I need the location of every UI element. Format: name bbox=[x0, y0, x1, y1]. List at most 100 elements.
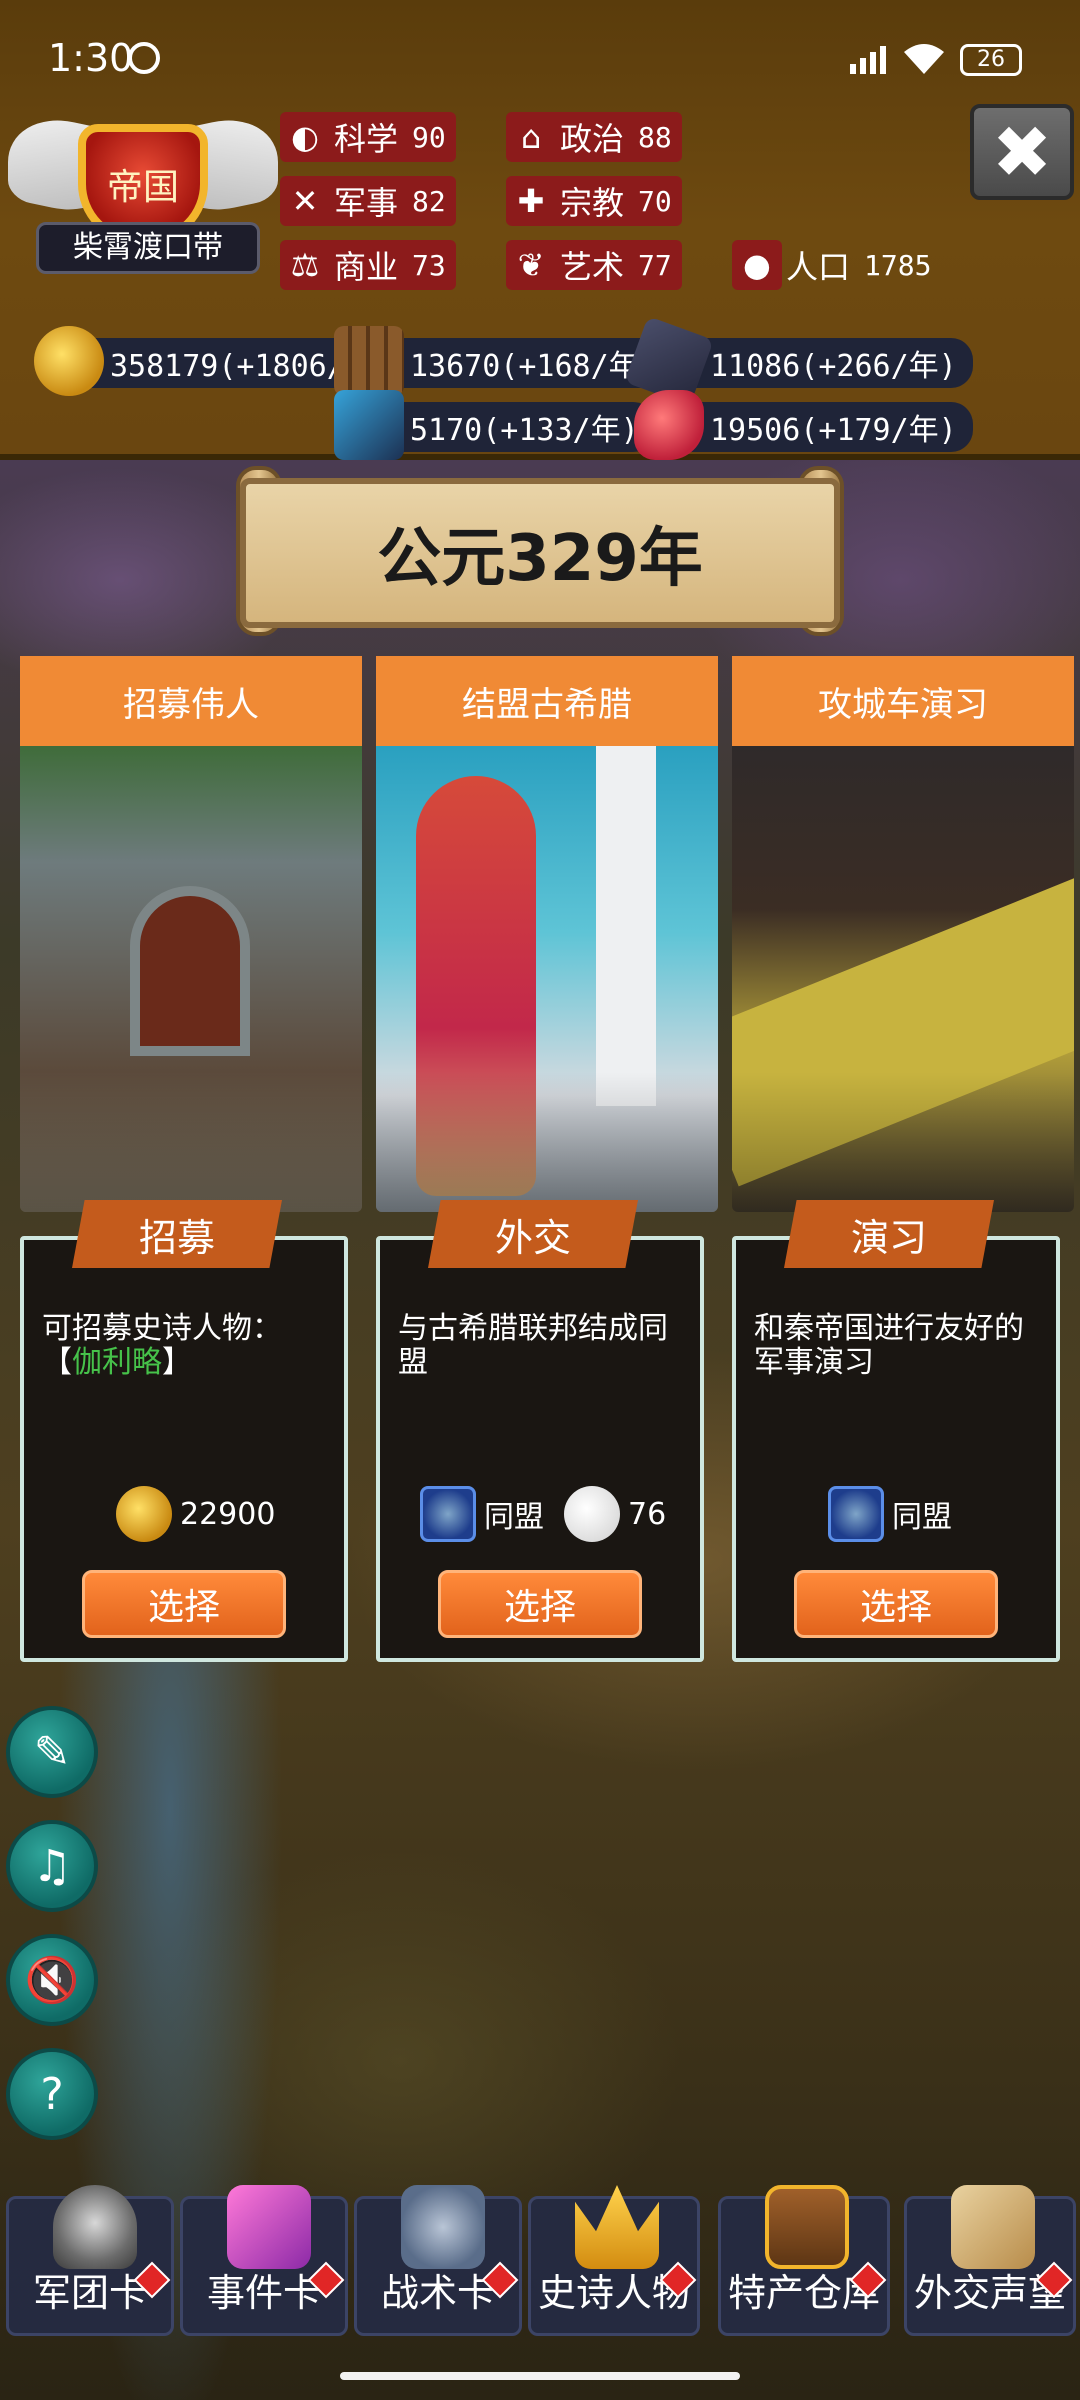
crown-icon bbox=[575, 2185, 659, 2269]
select-button[interactable]: 选择 bbox=[438, 1570, 642, 1638]
home-indicator[interactable] bbox=[340, 2372, 740, 2380]
stat-value: 82 bbox=[412, 184, 446, 218]
nav-tactic-cards[interactable]: 战术卡 bbox=[354, 2185, 522, 2336]
resource-value: 19506(+179/年) bbox=[710, 413, 957, 448]
army-road-illustration bbox=[732, 865, 1074, 1187]
stat-label: 商业 bbox=[334, 248, 399, 286]
planet-icon: ◐ bbox=[291, 118, 319, 156]
alarm-icon bbox=[128, 42, 160, 74]
resource-value: 13670(+168/年) bbox=[410, 349, 657, 384]
nav-legion-cards[interactable]: 军团卡 bbox=[6, 2185, 174, 2336]
signal-icon bbox=[850, 46, 886, 74]
empire-emblem[interactable]: 帝国 柴霄渡口带 bbox=[8, 108, 278, 285]
card-body: 与古希腊联邦结成同盟 同盟 76 选择 bbox=[376, 1236, 704, 1662]
stat-religion: ✚ 宗教 70 bbox=[506, 176, 682, 226]
close-icon: ✖ bbox=[991, 110, 1053, 194]
scales-icon: ⚖ bbox=[290, 246, 320, 284]
meat-icon bbox=[634, 390, 704, 460]
resource-stone: 11086(+266/年) bbox=[624, 316, 973, 406]
music-off-icon: ♫ bbox=[32, 1840, 72, 1892]
card-tag: 招募 bbox=[72, 1200, 282, 1268]
card-description: 可招募史诗人物： 【伽利略】 bbox=[42, 1312, 334, 1380]
stat-value: 88 bbox=[638, 120, 672, 154]
gold-coins-icon bbox=[34, 326, 104, 396]
alliance-icon bbox=[420, 1486, 476, 1542]
wifi-icon bbox=[904, 44, 944, 74]
planet-icon bbox=[564, 1486, 620, 1542]
help-icon: ? bbox=[40, 2068, 64, 2120]
cost: 22900 bbox=[116, 1486, 275, 1542]
stat-value: 70 bbox=[638, 184, 672, 218]
music-toggle-button[interactable]: ♫ bbox=[6, 1820, 98, 1912]
scroll-icon bbox=[227, 2185, 311, 2269]
stat-politics: ⌂ 政治 88 bbox=[506, 112, 682, 162]
bottom-nav: 军团卡 事件卡 战术卡 史诗人物 特产仓库 外交声望 bbox=[0, 2184, 1080, 2354]
card-description: 和秦帝国进行友好的军事演习 bbox=[754, 1311, 1024, 1380]
stat-science: ◐ 科学 90 bbox=[280, 112, 456, 162]
resource-food: 19506(+179/年) bbox=[634, 390, 973, 460]
cost-value: 22900 bbox=[180, 1496, 276, 1532]
desc-text: 可招募史诗人物： bbox=[42, 1311, 282, 1346]
chat-button[interactable]: ✎ bbox=[6, 1706, 98, 1798]
effect-label: 同盟 bbox=[484, 1500, 544, 1535]
close-button[interactable]: ✖ bbox=[970, 104, 1074, 200]
resource-value: 11086(+266/年) bbox=[710, 349, 957, 384]
warrior-illustration bbox=[416, 776, 536, 1196]
empire-name: 柴霄渡口带 bbox=[36, 222, 260, 274]
stat-population: ● 人口 1785 bbox=[732, 240, 941, 290]
resource-wood: 13670(+168/年) bbox=[334, 326, 673, 396]
stat-label: 军事 bbox=[334, 184, 399, 222]
select-button[interactable]: 选择 bbox=[794, 1570, 998, 1638]
desc-bracket: 】 bbox=[162, 1345, 192, 1380]
card-tag: 外交 bbox=[428, 1200, 638, 1268]
cross-icon: ✚ bbox=[517, 182, 545, 220]
stat-label: 人口 bbox=[786, 248, 851, 286]
crossed-swords-icon: ✕ bbox=[291, 182, 319, 220]
card-image[interactable] bbox=[376, 746, 718, 1212]
nav-epic-figures[interactable]: 史诗人物 bbox=[528, 2185, 700, 2336]
card-body: 可招募史诗人物： 【伽利略】 22900 选择 bbox=[20, 1236, 348, 1662]
sealed-letter-icon bbox=[951, 2185, 1035, 2269]
select-button[interactable]: 选择 bbox=[82, 1570, 286, 1638]
shield-swords-icon bbox=[401, 2185, 485, 2269]
year-banner: 公元329年 bbox=[240, 478, 840, 628]
resource-value: 5170(+133/年) bbox=[410, 413, 639, 448]
government-icon: ⌂ bbox=[520, 118, 542, 156]
stat-label: 政治 bbox=[560, 120, 625, 158]
card-title[interactable]: 招募伟人 bbox=[20, 656, 362, 746]
card-title[interactable]: 结盟古希腊 bbox=[376, 656, 718, 746]
battery-icon: 26 bbox=[960, 44, 1022, 76]
help-button[interactable]: ? bbox=[6, 2048, 98, 2140]
card-image[interactable] bbox=[20, 746, 362, 1212]
stat-label: 科学 bbox=[334, 120, 399, 158]
effect: 同盟 76 bbox=[420, 1486, 666, 1542]
card-description: 与古希腊联邦结成同盟 bbox=[398, 1311, 668, 1380]
desc-bracket: 【 bbox=[42, 1345, 72, 1380]
effect-value: 76 bbox=[628, 1496, 667, 1532]
stat-label: 艺术 bbox=[560, 248, 625, 286]
card-title[interactable]: 攻城车演习 bbox=[732, 656, 1074, 746]
card-tag: 演习 bbox=[784, 1200, 994, 1268]
stat-value: 73 bbox=[412, 248, 446, 282]
nav-event-cards[interactable]: 事件卡 bbox=[180, 2185, 348, 2336]
stat-military: ✕ 军事 82 bbox=[280, 176, 456, 226]
person-icon: ● bbox=[732, 240, 782, 290]
card-body: 和秦帝国进行友好的军事演习 同盟 选择 bbox=[732, 1236, 1060, 1662]
chat-icon: ✎ bbox=[33, 1726, 71, 1778]
status-time: 1:30 bbox=[48, 36, 134, 80]
highlight-name: 伽利略 bbox=[72, 1345, 162, 1380]
stat-value: 77 bbox=[638, 248, 672, 282]
sound-toggle-button[interactable]: 🔇 bbox=[6, 1934, 98, 2026]
stat-commerce: ⚖ 商业 73 bbox=[280, 240, 456, 290]
alliance-icon bbox=[828, 1486, 884, 1542]
ore-icon bbox=[334, 390, 404, 460]
nav-diplomatic-prestige[interactable]: 外交声望 bbox=[904, 2185, 1076, 2336]
effect-label: 同盟 bbox=[892, 1500, 952, 1535]
card-image[interactable] bbox=[732, 746, 1074, 1212]
nav-specialty-warehouse[interactable]: 特产仓库 bbox=[718, 2185, 890, 2336]
helmet-icon bbox=[53, 2185, 137, 2269]
stat-value: 1785 bbox=[864, 248, 932, 282]
art-icon: ❦ bbox=[517, 246, 545, 284]
treasure-chest-icon bbox=[765, 2185, 849, 2269]
top-panel: 1:30 26 帝国 柴霄渡口带 ◐ 科学 90 ⌂ 政治 88 ✕ 军事 82 bbox=[0, 0, 1080, 460]
